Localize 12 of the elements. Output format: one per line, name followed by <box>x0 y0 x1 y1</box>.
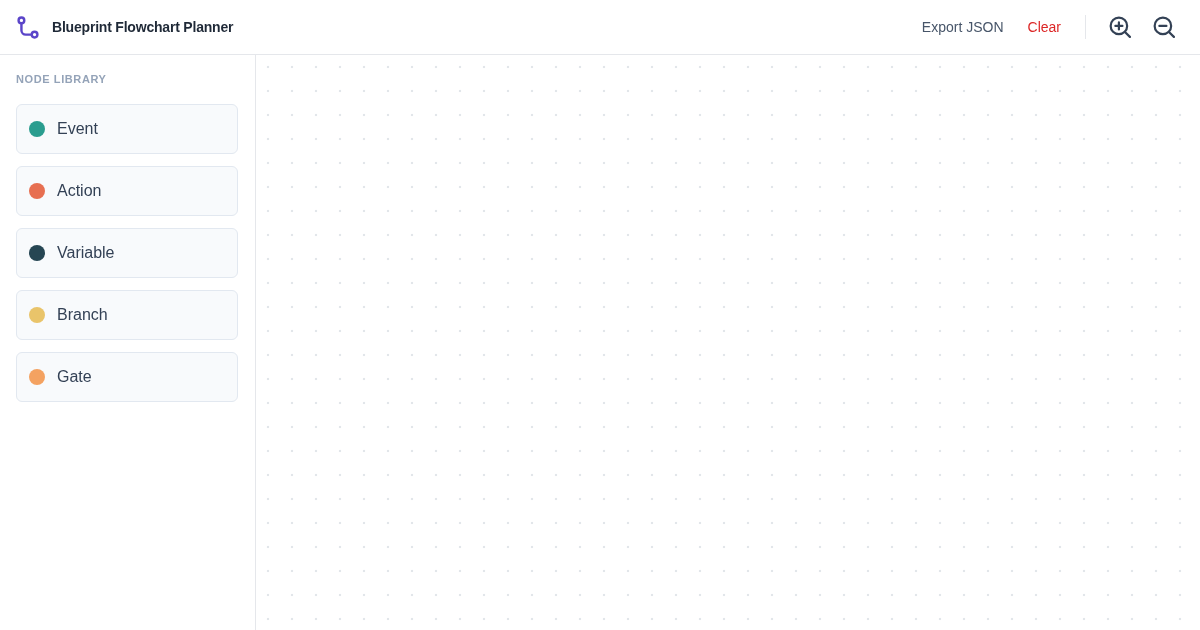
app-title: Blueprint Flowchart Planner <box>52 19 234 35</box>
zoom-in-icon <box>1109 16 1131 38</box>
node-type-item[interactable]: Branch <box>16 290 238 340</box>
node-type-item[interactable]: Variable <box>16 228 238 278</box>
toolbar-text-button[interactable]: Export JSON <box>909 13 1016 41</box>
toolbar-text-button[interactable]: Clear <box>1015 13 1073 41</box>
section-heading: NODE LIBRARY <box>16 72 108 86</box>
node-type-item[interactable]: Action <box>16 166 238 216</box>
flow-path-icon <box>17 15 39 39</box>
zoom-out-icon <box>1153 16 1175 38</box>
node-type-item[interactable]: Event <box>16 104 238 154</box>
node-type-item[interactable]: Gate <box>16 352 238 402</box>
